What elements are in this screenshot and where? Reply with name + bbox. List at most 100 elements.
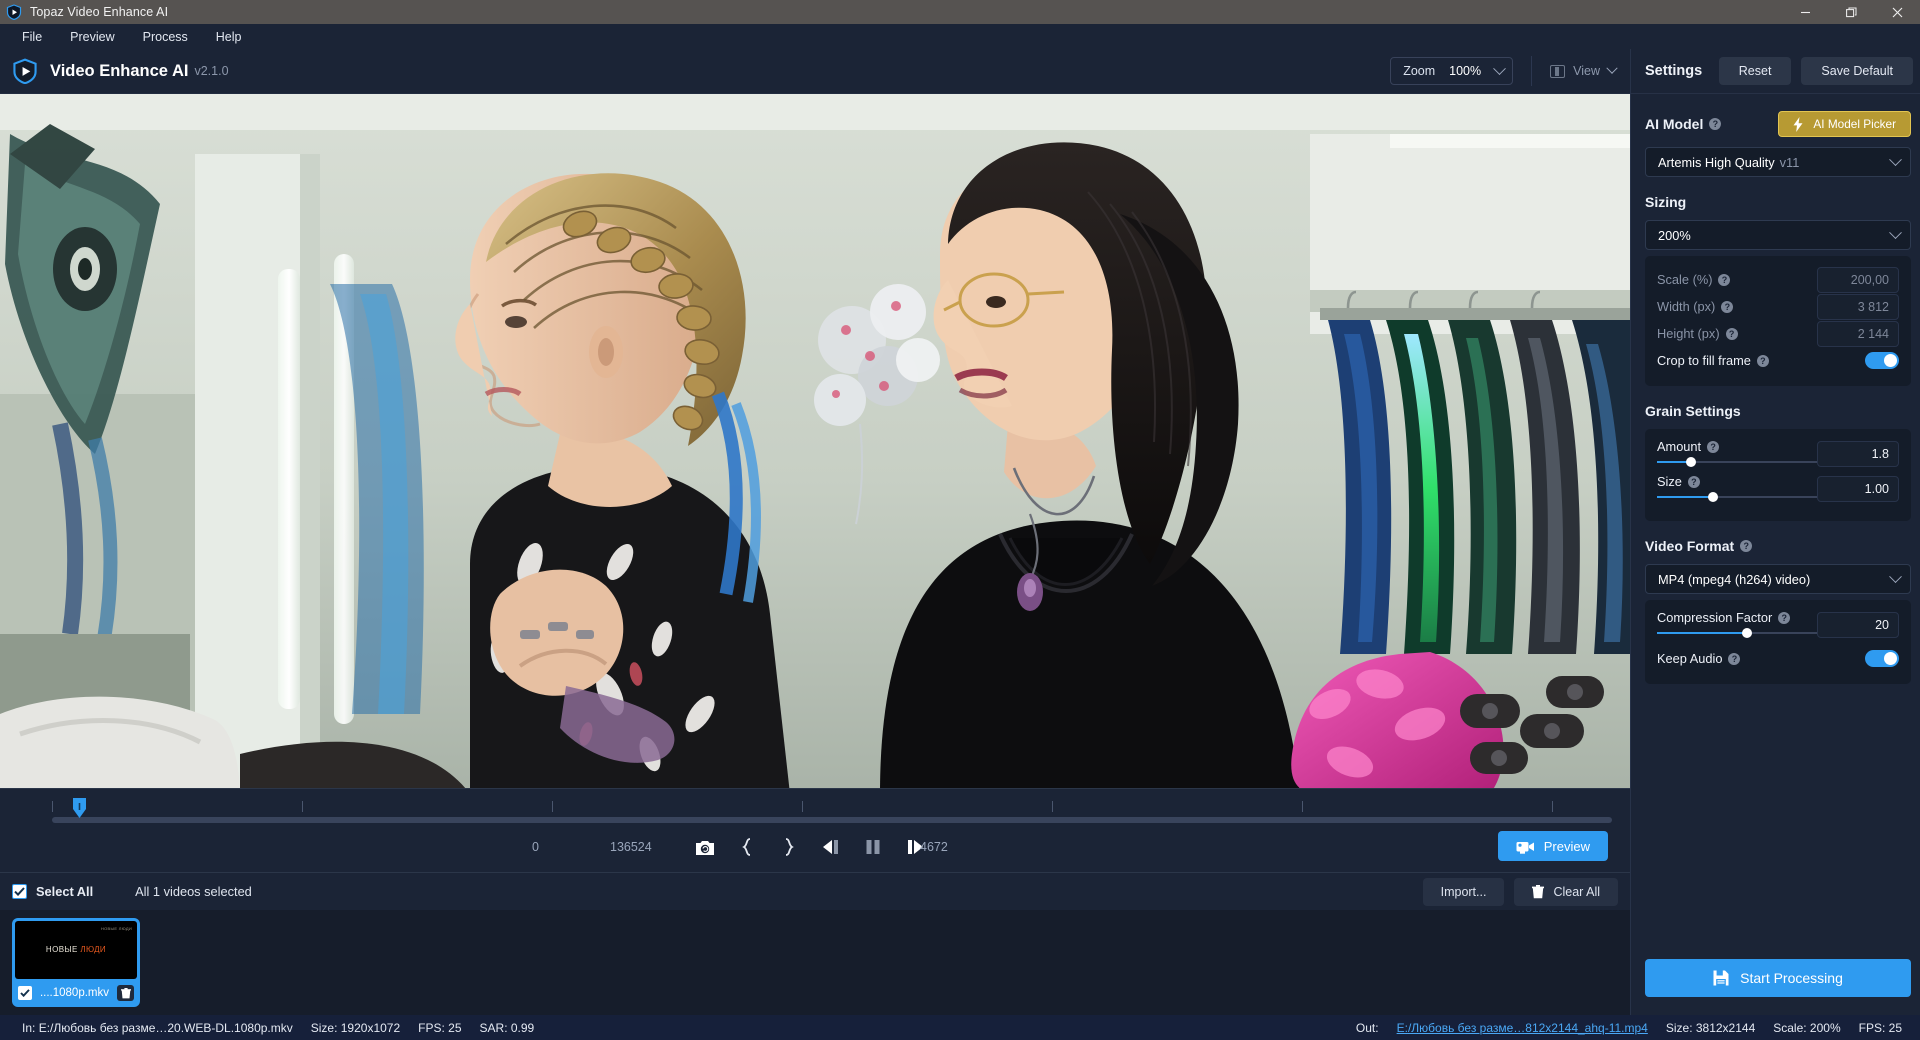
menu-process[interactable]: Process xyxy=(129,26,202,48)
set-out-point-button[interactable] xyxy=(776,835,802,859)
ruler-tick xyxy=(1552,801,1553,812)
ruler-tick xyxy=(1302,801,1303,812)
app-title: Video Enhance AI xyxy=(50,61,189,80)
set-in-point-button[interactable] xyxy=(734,835,760,859)
menu-preview[interactable]: Preview xyxy=(56,26,128,48)
video-preview[interactable] xyxy=(0,94,1630,788)
ruler-tick xyxy=(1052,801,1053,812)
file-card-footer: ....1080p.mkv xyxy=(15,982,137,1004)
help-icon[interactable]: ? xyxy=(1709,118,1722,130)
view-control[interactable]: View xyxy=(1536,62,1630,78)
help-icon[interactable]: ? xyxy=(1707,440,1720,453)
compression-label: Compression Factor ? xyxy=(1657,610,1817,625)
settings-title: Settings xyxy=(1645,63,1703,79)
save-icon xyxy=(1713,970,1729,986)
height-input[interactable]: 2 144 xyxy=(1817,320,1899,347)
crop-to-fill-toggle[interactable] xyxy=(1865,352,1899,369)
close-icon[interactable] xyxy=(1874,0,1920,24)
grain-amount-label-text: Amount xyxy=(1657,439,1702,454)
timeline-playhead[interactable] xyxy=(72,797,87,819)
status-in-size: Size: 1920x1072 xyxy=(310,1020,401,1035)
help-icon[interactable]: ? xyxy=(1756,354,1769,367)
grain-size-input[interactable]: 1.00 xyxy=(1817,476,1899,502)
grain-group: Amount ? 1.8 Size ? 1.00 xyxy=(1645,429,1911,521)
video-format-select[interactable]: MP4 (mpeg4 (h264) video) xyxy=(1645,564,1911,594)
import-button[interactable]: Import... xyxy=(1422,877,1505,906)
help-icon[interactable]: ? xyxy=(1721,300,1734,313)
timeline-current-frame: 4672 xyxy=(920,840,948,854)
restore-icon[interactable] xyxy=(1828,0,1874,24)
pause-button[interactable] xyxy=(860,835,886,859)
grain-size-label-text: Size xyxy=(1657,474,1682,489)
zoom-control[interactable]: Zoom 100% xyxy=(1390,57,1514,85)
select-all-checkbox[interactable] xyxy=(12,884,27,899)
import-button-label: Import... xyxy=(1440,884,1487,899)
preview-button[interactable]: Preview xyxy=(1497,831,1608,861)
snapshot-button[interactable] xyxy=(692,835,718,859)
menu-help[interactable]: Help xyxy=(202,26,256,48)
help-icon[interactable]: ? xyxy=(1687,475,1700,488)
help-icon[interactable]: ? xyxy=(1725,327,1738,340)
crop-to-fill-label: Crop to fill frame ? xyxy=(1657,353,1769,368)
status-in-prefix: In: xyxy=(22,1020,36,1035)
grain-size-label: Size ? xyxy=(1657,474,1817,489)
compression-label-text: Compression Factor xyxy=(1657,610,1773,625)
chevron-down-icon[interactable] xyxy=(1889,152,1902,166)
ai-model-version: v11 xyxy=(1779,154,1800,170)
timeline-ruler[interactable] xyxy=(12,795,1618,825)
zoom-label: Zoom xyxy=(1403,64,1436,78)
menu-file[interactable]: File xyxy=(8,26,56,48)
timeline-panel: 0 136524 4672 Preview xyxy=(0,788,1630,872)
clear-all-button[interactable]: Clear All xyxy=(1514,877,1618,906)
minimize-icon[interactable] xyxy=(1782,0,1828,24)
timeline-start-frame: 0 xyxy=(532,840,539,854)
ai-model-picker-button[interactable]: AI Model Picker xyxy=(1778,111,1911,137)
ai-model-select[interactable]: Artemis High Quality v11 xyxy=(1645,147,1911,177)
timeline-total-frames: 136524 xyxy=(610,840,652,854)
step-back-button[interactable] xyxy=(818,835,844,859)
help-icon[interactable]: ? xyxy=(1728,652,1741,665)
chevron-down-icon[interactable] xyxy=(1889,225,1902,239)
status-out-path-link[interactable]: E:/Любовь без разме…812x2144_ahq-11.mp4 xyxy=(1397,1021,1648,1035)
status-bar: In: E:/Любовь без разме…20.WEB-DL.1080p.… xyxy=(0,1015,1920,1040)
width-input[interactable]: 3 812 xyxy=(1817,293,1899,320)
file-checkbox[interactable] xyxy=(18,986,32,1000)
window-controls xyxy=(1782,0,1920,24)
save-default-button[interactable]: Save Default xyxy=(1801,57,1913,85)
start-processing-button[interactable]: Start Processing xyxy=(1645,959,1911,997)
grain-size-slider[interactable] xyxy=(1657,491,1817,503)
timeline-track[interactable] xyxy=(52,817,1612,823)
grain-amount-input[interactable]: 1.8 xyxy=(1817,441,1899,467)
grain-amount-slider[interactable] xyxy=(1657,456,1817,468)
help-icon[interactable]: ? xyxy=(1778,611,1791,624)
compression-input[interactable]: 20 xyxy=(1817,612,1899,638)
compression-row: Compression Factor ? 20 xyxy=(1657,610,1899,645)
file-delete-icon[interactable] xyxy=(117,985,134,1001)
chevron-down-icon[interactable] xyxy=(1493,61,1506,75)
file-card[interactable]: НОВЫЕ ЛЮДИ НОВЫЕ ЛЮДИ ....1080p.mkv xyxy=(12,918,140,1007)
file-strip: НОВЫЕ ЛЮДИ НОВЫЕ ЛЮДИ ....1080p.mkv xyxy=(0,910,1630,1015)
ai-model-selected: Artemis High Quality xyxy=(1658,154,1775,170)
window-titlebar: Topaz Video Enhance AI xyxy=(0,0,1920,24)
crop-to-fill-label-text: Crop to fill frame xyxy=(1657,353,1751,368)
sizing-section-header: Sizing xyxy=(1645,194,1911,210)
thumbnail-title-part2: ЛЮДИ xyxy=(80,945,107,954)
help-icon[interactable]: ? xyxy=(1740,540,1753,552)
chevron-down-icon[interactable] xyxy=(1606,62,1618,74)
toolbar-divider xyxy=(1531,56,1533,86)
ruler-tick xyxy=(552,801,553,812)
sizing-preset-select[interactable]: 200% xyxy=(1645,220,1911,250)
grain-section-header: Grain Settings xyxy=(1645,403,1911,419)
thumbnail-title: НОВЫЕ ЛЮДИ xyxy=(15,945,137,954)
window-title: Topaz Video Enhance AI xyxy=(30,5,169,19)
chevron-down-icon[interactable] xyxy=(1889,569,1902,583)
keep-audio-toggle[interactable] xyxy=(1865,650,1899,667)
scale-input[interactable]: 200,00 xyxy=(1817,266,1899,293)
status-out-size: Size: 3812x2144 xyxy=(1665,1020,1756,1035)
topaz-logo-icon xyxy=(6,4,22,20)
help-icon[interactable]: ? xyxy=(1718,273,1731,286)
camcorder-icon xyxy=(1516,841,1534,854)
compression-slider[interactable] xyxy=(1657,627,1817,639)
reset-button[interactable]: Reset xyxy=(1718,57,1792,85)
scale-row: Scale (%) ? 200,00 xyxy=(1657,266,1899,293)
